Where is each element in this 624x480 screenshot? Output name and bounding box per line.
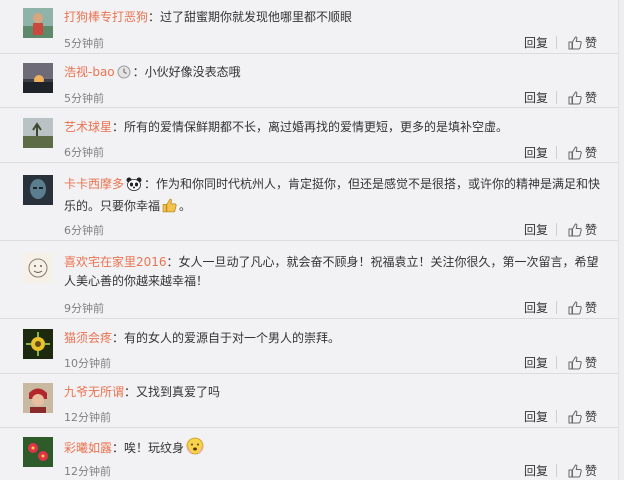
- comment-text: ：所有的爱情保鲜期都不长，离过婚再找的爱情更短，更多的是填补空虚。: [112, 120, 509, 134]
- thumbs-up-icon: [568, 91, 582, 105]
- comment-time: 6分钟前: [64, 146, 104, 159]
- action-divider: [556, 301, 557, 314]
- comment-author[interactable]: 浩视-bao: [64, 65, 115, 79]
- like-label: 赞: [585, 36, 598, 50]
- action-divider: [556, 410, 557, 423]
- thumbs-up-icon: [568, 410, 582, 424]
- comment-item: 九爷无所谓：又找到真爱了吗 12分钟前 回复 赞: [0, 374, 618, 428]
- avatar-field-icon: [23, 118, 53, 148]
- thumbs-up-icon: [568, 301, 582, 315]
- comment-text: ：小伙好像没表态哦: [132, 65, 241, 79]
- thumbs-up-emoji-icon: [162, 198, 177, 219]
- comment-author[interactable]: 喜欢宅在家里2016: [64, 255, 167, 269]
- action-divider: [556, 223, 557, 236]
- comment-text-end: 。: [179, 199, 192, 213]
- comment-time: 10分钟前: [64, 357, 111, 370]
- action-divider: [556, 464, 557, 477]
- thumbs-up-icon: [568, 36, 582, 50]
- thumbs-up-icon: [568, 223, 582, 237]
- comment-item: 彩曦如露：唉！玩纹身 12分钟前 回复 赞: [0, 428, 618, 480]
- user-avatar[interactable]: [23, 329, 53, 359]
- like-label: 赞: [585, 91, 598, 105]
- reply-button[interactable]: 回复: [524, 34, 548, 51]
- comment-item: 艺术球星：所有的爱情保鲜期都不长，离过婚再找的爱情更短，更多的是填补空虚。 6分…: [0, 109, 618, 163]
- face-emoji-icon: [186, 437, 204, 461]
- action-divider: [556, 146, 557, 159]
- avatar-statue-icon: [23, 175, 53, 205]
- comment-author[interactable]: 猫须会疼: [64, 331, 112, 345]
- like-button[interactable]: 赞: [568, 144, 597, 161]
- comment-author[interactable]: 艺术球星: [64, 120, 112, 134]
- comment-time: 9分钟前: [64, 302, 104, 315]
- avatar-sunset-icon: [23, 63, 53, 93]
- like-button[interactable]: 赞: [568, 299, 597, 316]
- user-avatar[interactable]: [23, 118, 53, 148]
- like-label: 赞: [585, 301, 598, 315]
- reply-button[interactable]: 回复: [524, 299, 548, 316]
- like-label: 赞: [585, 223, 598, 237]
- comment-item: 打狗棒专打恶狗：过了甜蜜期你就发现他哪里都不顺眼 5分钟前 回复 赞: [0, 0, 618, 54]
- action-divider: [556, 356, 557, 369]
- like-button[interactable]: 赞: [568, 89, 597, 106]
- avatar-figure-icon: [23, 8, 53, 38]
- reply-button[interactable]: 回复: [524, 89, 548, 106]
- like-label: 赞: [585, 146, 598, 160]
- comment-item: 猫须会疼：有的女人的爱源自于对一个男人的崇拜。 10分钟前 回复 赞: [0, 320, 618, 374]
- comment-time: 12分钟前: [64, 411, 111, 424]
- like-button[interactable]: 赞: [568, 408, 597, 425]
- thumbs-up-icon: [568, 356, 582, 370]
- comment-text: ：有的女人的爱源自于对一个男人的崇拜。: [112, 331, 341, 345]
- comment-text: ：作为和你同时代杭州人，肯定挺你，但还是感觉不是很搭，或许你的精神是满足和快乐的…: [64, 177, 601, 213]
- comment-time: 6分钟前: [64, 224, 104, 237]
- avatar-flower-icon: [23, 437, 53, 467]
- action-divider: [556, 36, 557, 49]
- user-avatar[interactable]: [23, 175, 53, 205]
- user-avatar[interactable]: [23, 437, 53, 467]
- thumbs-up-icon: [568, 464, 582, 478]
- comment-time: 5分钟前: [64, 37, 104, 50]
- panda-icon: [126, 177, 142, 197]
- reply-button[interactable]: 回复: [524, 144, 548, 161]
- reply-button[interactable]: 回复: [524, 354, 548, 371]
- reply-button[interactable]: 回复: [524, 408, 548, 425]
- comment-author[interactable]: 九爷无所谓: [64, 385, 124, 399]
- comment-time: 12分钟前: [64, 465, 111, 478]
- user-avatar[interactable]: [23, 63, 53, 93]
- clock-badge-icon: [117, 65, 131, 85]
- comment-time: 5分钟前: [64, 92, 104, 105]
- like-button[interactable]: 赞: [568, 221, 597, 238]
- reply-button[interactable]: 回复: [524, 221, 548, 238]
- action-divider: [556, 91, 557, 104]
- user-avatar[interactable]: [23, 253, 53, 283]
- comment-item: 浩视-bao ：小伙好像没表态哦 5分钟前 回复 赞: [0, 54, 618, 108]
- comment-author[interactable]: 打狗棒专打恶狗: [64, 10, 148, 24]
- user-avatar[interactable]: [23, 8, 53, 38]
- avatar-sketch-icon: [23, 253, 53, 283]
- thumbs-up-icon: [568, 146, 582, 160]
- like-label: 赞: [585, 356, 598, 370]
- comment-text: ：唉！玩纹身: [112, 441, 185, 455]
- comment-author[interactable]: 卡卡西摩多: [64, 177, 124, 191]
- user-avatar[interactable]: [23, 383, 53, 413]
- like-button[interactable]: 赞: [568, 34, 597, 51]
- avatar-portrait-icon: [23, 383, 53, 413]
- comment-item: 卡卡西摩多 ：作为和你同时代杭州人，肯定挺你，但还是感觉不是很搭，或许你的精神是满…: [0, 163, 618, 241]
- comment-author[interactable]: 彩曦如露: [64, 441, 112, 455]
- like-button[interactable]: 赞: [568, 354, 597, 371]
- like-label: 赞: [585, 464, 598, 478]
- avatar-firework-icon: [23, 329, 53, 359]
- comment-item: 喜欢宅在家里2016：女人一旦动了凡心，就会奋不顾身！祝福袁立！关注你很久，第一…: [0, 241, 618, 319]
- reply-button[interactable]: 回复: [524, 462, 548, 479]
- like-label: 赞: [585, 410, 598, 424]
- comment-text: ：过了甜蜜期你就发现他哪里都不顺眼: [148, 10, 353, 24]
- like-button[interactable]: 赞: [568, 462, 597, 479]
- comment-text: ：又找到真爱了吗: [124, 385, 221, 399]
- comment-list: 打狗棒专打恶狗：过了甜蜜期你就发现他哪里都不顺眼 5分钟前 回复 赞 浩视-ba…: [0, 0, 619, 480]
